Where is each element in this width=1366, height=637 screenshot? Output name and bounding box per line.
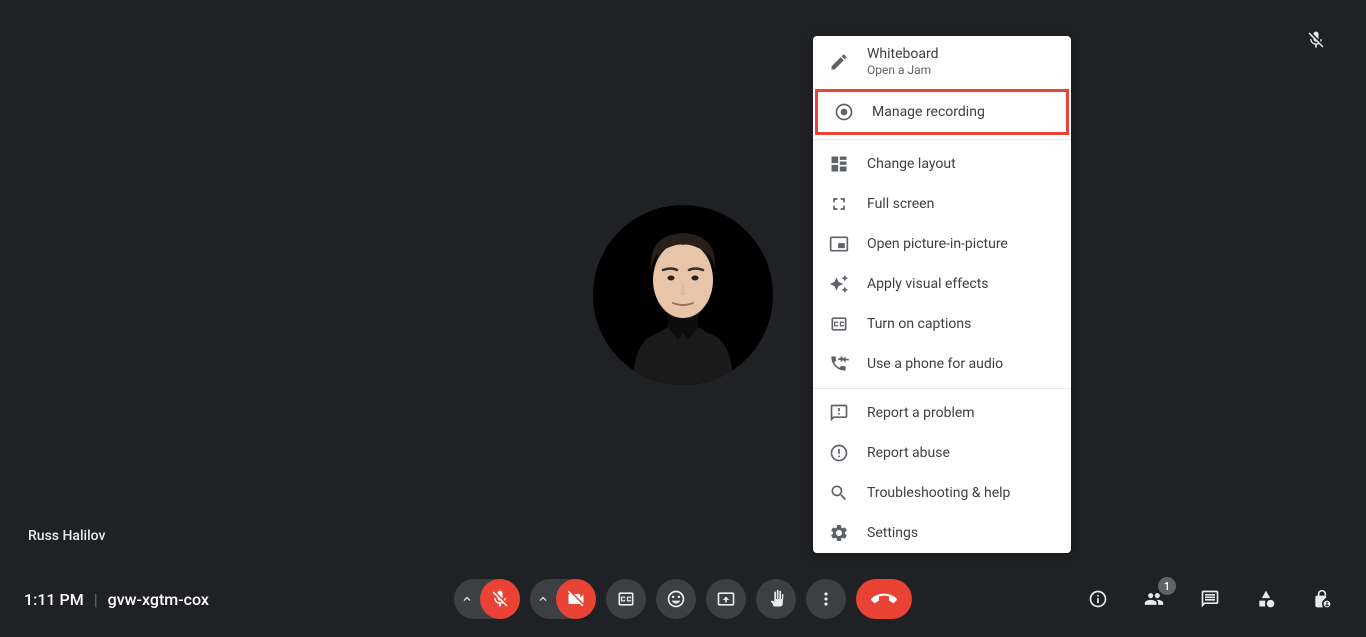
menu-label: Apply visual effects — [867, 276, 989, 292]
menu-sublabel: Open a Jam — [867, 63, 939, 77]
mic-options-button[interactable] — [454, 579, 480, 619]
menu-label: Whiteboard — [867, 46, 939, 62]
menu-item-settings[interactable]: Settings — [813, 513, 1071, 553]
layout-icon — [829, 154, 849, 174]
menu-item-troubleshooting[interactable]: Troubleshooting & help — [813, 473, 1071, 513]
camera-toggle-button[interactable] — [556, 579, 596, 619]
camera-options-button[interactable] — [530, 579, 556, 619]
fullscreen-icon — [829, 194, 849, 214]
chevron-up-icon — [460, 592, 474, 606]
menu-item-fullscreen[interactable]: Full screen — [813, 184, 1071, 224]
menu-item-report-abuse[interactable]: Report abuse — [813, 433, 1071, 473]
meeting-code: gvw-xgtm-cox — [108, 590, 209, 609]
clock-time: 1:11 PM — [24, 590, 84, 609]
menu-item-phone-audio[interactable]: Use a phone for audio — [813, 344, 1071, 384]
menu-label: Use a phone for audio — [867, 356, 1003, 372]
chevron-up-icon — [536, 592, 550, 606]
gear-icon — [829, 523, 849, 543]
menu-item-pip[interactable]: Open picture-in-picture — [813, 224, 1071, 264]
participant-count-badge: 1 — [1158, 577, 1176, 595]
mic-control-group — [454, 579, 520, 619]
meeting-details-button[interactable] — [1078, 579, 1118, 619]
present-button[interactable] — [706, 579, 746, 619]
call-end-icon — [871, 586, 897, 612]
menu-item-report-problem[interactable]: Report a problem — [813, 393, 1071, 433]
bottom-bar: 1:11 PM | gvw-xgtm-cox — [0, 561, 1366, 637]
host-controls-button[interactable] — [1302, 579, 1342, 619]
more-options-button[interactable] — [806, 579, 846, 619]
menu-item-visual-effects[interactable]: Apply visual effects — [813, 264, 1071, 304]
meeting-info-left: 1:11 PM | gvw-xgtm-cox — [24, 590, 209, 609]
pencil-icon — [829, 52, 849, 72]
menu-label: Turn on captions — [867, 316, 971, 332]
menu-item-captions[interactable]: Turn on captions — [813, 304, 1071, 344]
camera-off-icon — [566, 589, 586, 609]
avatar-image — [593, 205, 773, 385]
phone-icon — [829, 354, 849, 374]
shapes-icon — [1256, 589, 1276, 609]
side-panel-controls: 1 — [1078, 579, 1342, 619]
menu-label: Report a problem — [867, 405, 975, 421]
cc-icon — [616, 589, 636, 609]
activities-button[interactable] — [1246, 579, 1286, 619]
menu-item-whiteboard[interactable]: Whiteboard Open a Jam — [813, 36, 1071, 87]
people-button[interactable]: 1 — [1134, 579, 1174, 619]
call-controls — [454, 579, 912, 619]
captions-icon — [829, 314, 849, 334]
record-icon — [834, 102, 854, 122]
participant-muted-indicator — [1306, 30, 1326, 54]
chat-icon — [1200, 589, 1220, 609]
menu-divider — [813, 388, 1071, 389]
divider: | — [94, 590, 98, 609]
chat-button[interactable] — [1190, 579, 1230, 619]
menu-label: Change layout — [867, 156, 956, 172]
sparkle-icon — [829, 274, 849, 294]
emoji-icon — [666, 589, 686, 609]
hand-icon — [766, 589, 786, 609]
menu-item-layout[interactable]: Change layout — [813, 144, 1071, 184]
info-icon — [1088, 589, 1108, 609]
feedback-icon — [829, 403, 849, 423]
menu-item-recording[interactable]: Manage recording — [815, 89, 1069, 135]
mic-off-icon — [490, 589, 510, 609]
menu-label: Full screen — [867, 196, 934, 212]
reactions-button[interactable] — [656, 579, 696, 619]
menu-label: Settings — [867, 525, 918, 541]
participant-avatar — [593, 205, 773, 385]
present-screen-icon — [716, 589, 736, 609]
raise-hand-button[interactable] — [756, 579, 796, 619]
camera-control-group — [530, 579, 596, 619]
captions-button[interactable] — [606, 579, 646, 619]
pip-icon — [829, 234, 849, 254]
participant-name-label: Russ Halilov — [28, 528, 105, 544]
report-abuse-icon — [829, 443, 849, 463]
menu-label: Troubleshooting & help — [867, 485, 1010, 501]
menu-label: Open picture-in-picture — [867, 236, 1008, 252]
menu-divider — [813, 139, 1071, 140]
mic-toggle-button[interactable] — [480, 579, 520, 619]
menu-label: Report abuse — [867, 445, 950, 461]
menu-label: Manage recording — [872, 104, 985, 120]
end-call-button[interactable] — [856, 579, 912, 619]
more-vert-icon — [816, 589, 836, 609]
more-options-menu: Whiteboard Open a Jam Manage recording C… — [813, 36, 1071, 553]
help-search-icon — [829, 483, 849, 503]
mic-muted-icon — [1306, 30, 1326, 50]
lock-person-icon — [1312, 589, 1332, 609]
